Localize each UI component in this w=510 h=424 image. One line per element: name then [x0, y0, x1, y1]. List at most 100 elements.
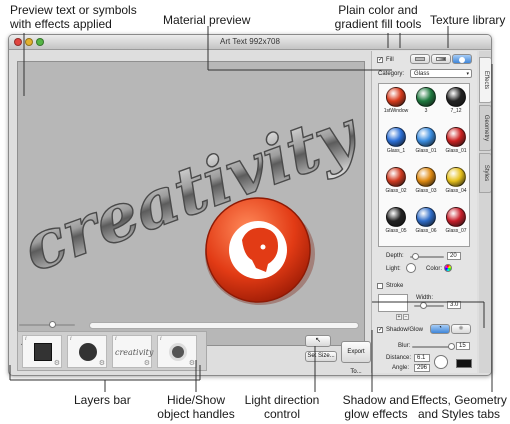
fill-label: Fill [386, 57, 394, 63]
material-label: Glass_03 [415, 188, 437, 194]
material-swatch[interactable]: Glass_06 [412, 207, 440, 234]
gear-icon[interactable]: ⚙ [99, 359, 105, 367]
glow-icon: ✺ [458, 326, 464, 332]
depth-slider-knob[interactable] [412, 253, 419, 260]
depth-slider[interactable] [410, 253, 444, 260]
shadow-color-well[interactable] [456, 359, 472, 368]
material-swatch[interactable]: Glass_03 [412, 167, 440, 194]
blur-field[interactable]: 15 [456, 342, 470, 350]
material-swatch[interactable]: 3 [412, 87, 440, 114]
shadow-glow-checkbox[interactable]: ✓ [377, 327, 383, 333]
info-icon[interactable]: i [115, 336, 117, 342]
info-icon[interactable]: i [160, 336, 162, 342]
gradient-fill-tool[interactable] [431, 54, 451, 64]
tab-geometry-label: Geometry [482, 114, 489, 142]
info-icon[interactable]: i [70, 336, 72, 342]
material-ball-icon [446, 207, 466, 227]
material-ball-icon [446, 167, 466, 187]
depth-field[interactable]: 20 [447, 252, 461, 260]
shadow-icon: ◔ [438, 325, 442, 331]
material-swatch[interactable]: Glass_1 [382, 127, 410, 154]
width-field[interactable]: 3.0 [447, 301, 461, 309]
gear-icon[interactable]: ⚙ [144, 359, 150, 367]
angle-label: Angle: [392, 365, 410, 371]
angle-field[interactable]: 296 [414, 364, 430, 372]
gear-icon[interactable]: ⚙ [54, 359, 60, 367]
lion-button[interactable] [205, 197, 315, 305]
material-label: Glass_01 [445, 148, 467, 154]
callout-layers-bar: Layers bar [74, 393, 131, 407]
vertical-tabs: Effects Geometry Styles [479, 51, 491, 373]
material-ball-icon [386, 207, 406, 227]
cursor-arrow-icon: ↖ [315, 337, 321, 344]
blur-slider[interactable] [412, 343, 455, 350]
category-select[interactable]: Glass ▾ [410, 69, 472, 78]
light-direction-dial[interactable] [406, 263, 416, 273]
zoom-slider[interactable] [19, 321, 75, 328]
stroke-color-well[interactable] [378, 294, 408, 312]
zoom-slider-knob[interactable] [49, 321, 56, 328]
width-label: Width: [416, 295, 434, 301]
hide-show-handles-button[interactable]: ↖ [305, 335, 331, 347]
chevron-down-icon: ▾ [466, 71, 469, 77]
layer-item-square[interactable]: i ⚙ [22, 335, 62, 368]
width-slider-knob[interactable] [420, 302, 427, 309]
layer-item-circle[interactable]: i ⚙ [67, 335, 107, 368]
material-swatch[interactable]: Glass_02 [382, 167, 410, 194]
material-swatch[interactable]: 7_12 [442, 87, 470, 114]
material-label: Glass_1 [386, 148, 406, 154]
lion-thumbnail-icon [169, 343, 187, 361]
tab-effects[interactable]: Effects [479, 57, 491, 103]
glow-tool[interactable]: ✺ [451, 324, 471, 334]
material-label: Glass_02 [385, 188, 407, 194]
material-ball-icon [416, 87, 436, 107]
material-swatch[interactable]: Glass_01 [442, 127, 470, 154]
material-label: Glass_06 [415, 228, 437, 234]
material-swatch[interactable]: Glass_07 [442, 207, 470, 234]
material-label: Glass_04 [445, 188, 467, 194]
stroke-remove-button[interactable]: − [403, 314, 409, 320]
layer-item-lion[interactable]: i ⚙ [157, 335, 197, 368]
category-label: Category: [378, 71, 405, 77]
stroke-label: Stroke [386, 283, 404, 289]
width-slider[interactable] [414, 302, 444, 309]
plain-color-tool[interactable] [410, 54, 430, 64]
material-ball-icon [386, 87, 406, 107]
shadow-angle-dial[interactable] [434, 355, 448, 369]
stroke-add-button[interactable]: + [396, 314, 402, 320]
material-ball-icon [386, 167, 406, 187]
material-ball-icon [446, 87, 466, 107]
tab-geometry[interactable]: Geometry [479, 105, 491, 151]
blur-slider-knob[interactable] [448, 343, 455, 350]
shadow-glow-label: Shadow/Glow [386, 327, 424, 333]
material-label: 3 [424, 108, 428, 114]
tab-styles-label: Styles [482, 164, 489, 182]
material-swatch[interactable]: Glass_01 [412, 127, 440, 154]
fill-checkbox[interactable]: ✓ [377, 57, 383, 63]
material-swatch[interactable]: Glass_05 [382, 207, 410, 234]
shadow-tool[interactable]: ◔ [430, 324, 450, 334]
tab-styles[interactable]: Styles [479, 153, 491, 193]
material-ball-icon [416, 167, 436, 187]
callout-texture-library: Texture library [430, 13, 506, 27]
material-swatch[interactable]: 1stWindow [382, 87, 410, 114]
material-swatch[interactable]: Glass_04 [442, 167, 470, 194]
info-icon[interactable]: i [25, 336, 27, 342]
material-ball-icon [416, 207, 436, 227]
stroke-checkbox[interactable] [377, 283, 383, 289]
material-label: Glass_07 [445, 228, 467, 234]
title-bar: Art Text 992x708 [9, 35, 491, 50]
distance-field[interactable]: 6.1 [414, 354, 430, 362]
callout-effects-tabs: Effects, Geometry and Styles tabs [411, 393, 507, 421]
material-label: 1stWindow [383, 108, 409, 114]
callout-fill-tools: Plain color and gradient fill tools [334, 3, 422, 31]
color-wheel-icon[interactable] [444, 264, 452, 272]
gear-icon[interactable]: ⚙ [189, 359, 195, 367]
plain-color-icon [415, 57, 425, 61]
preview-canvas[interactable]: creativity [17, 61, 366, 346]
horizontal-scrollbar[interactable] [89, 322, 359, 329]
export-button[interactable]: Export To... [341, 341, 371, 375]
texture-library-tool[interactable] [452, 54, 472, 64]
layer-item-text[interactable]: i creativity ⚙ [112, 335, 153, 368]
set-size-button[interactable]: Set Size... [305, 351, 337, 362]
